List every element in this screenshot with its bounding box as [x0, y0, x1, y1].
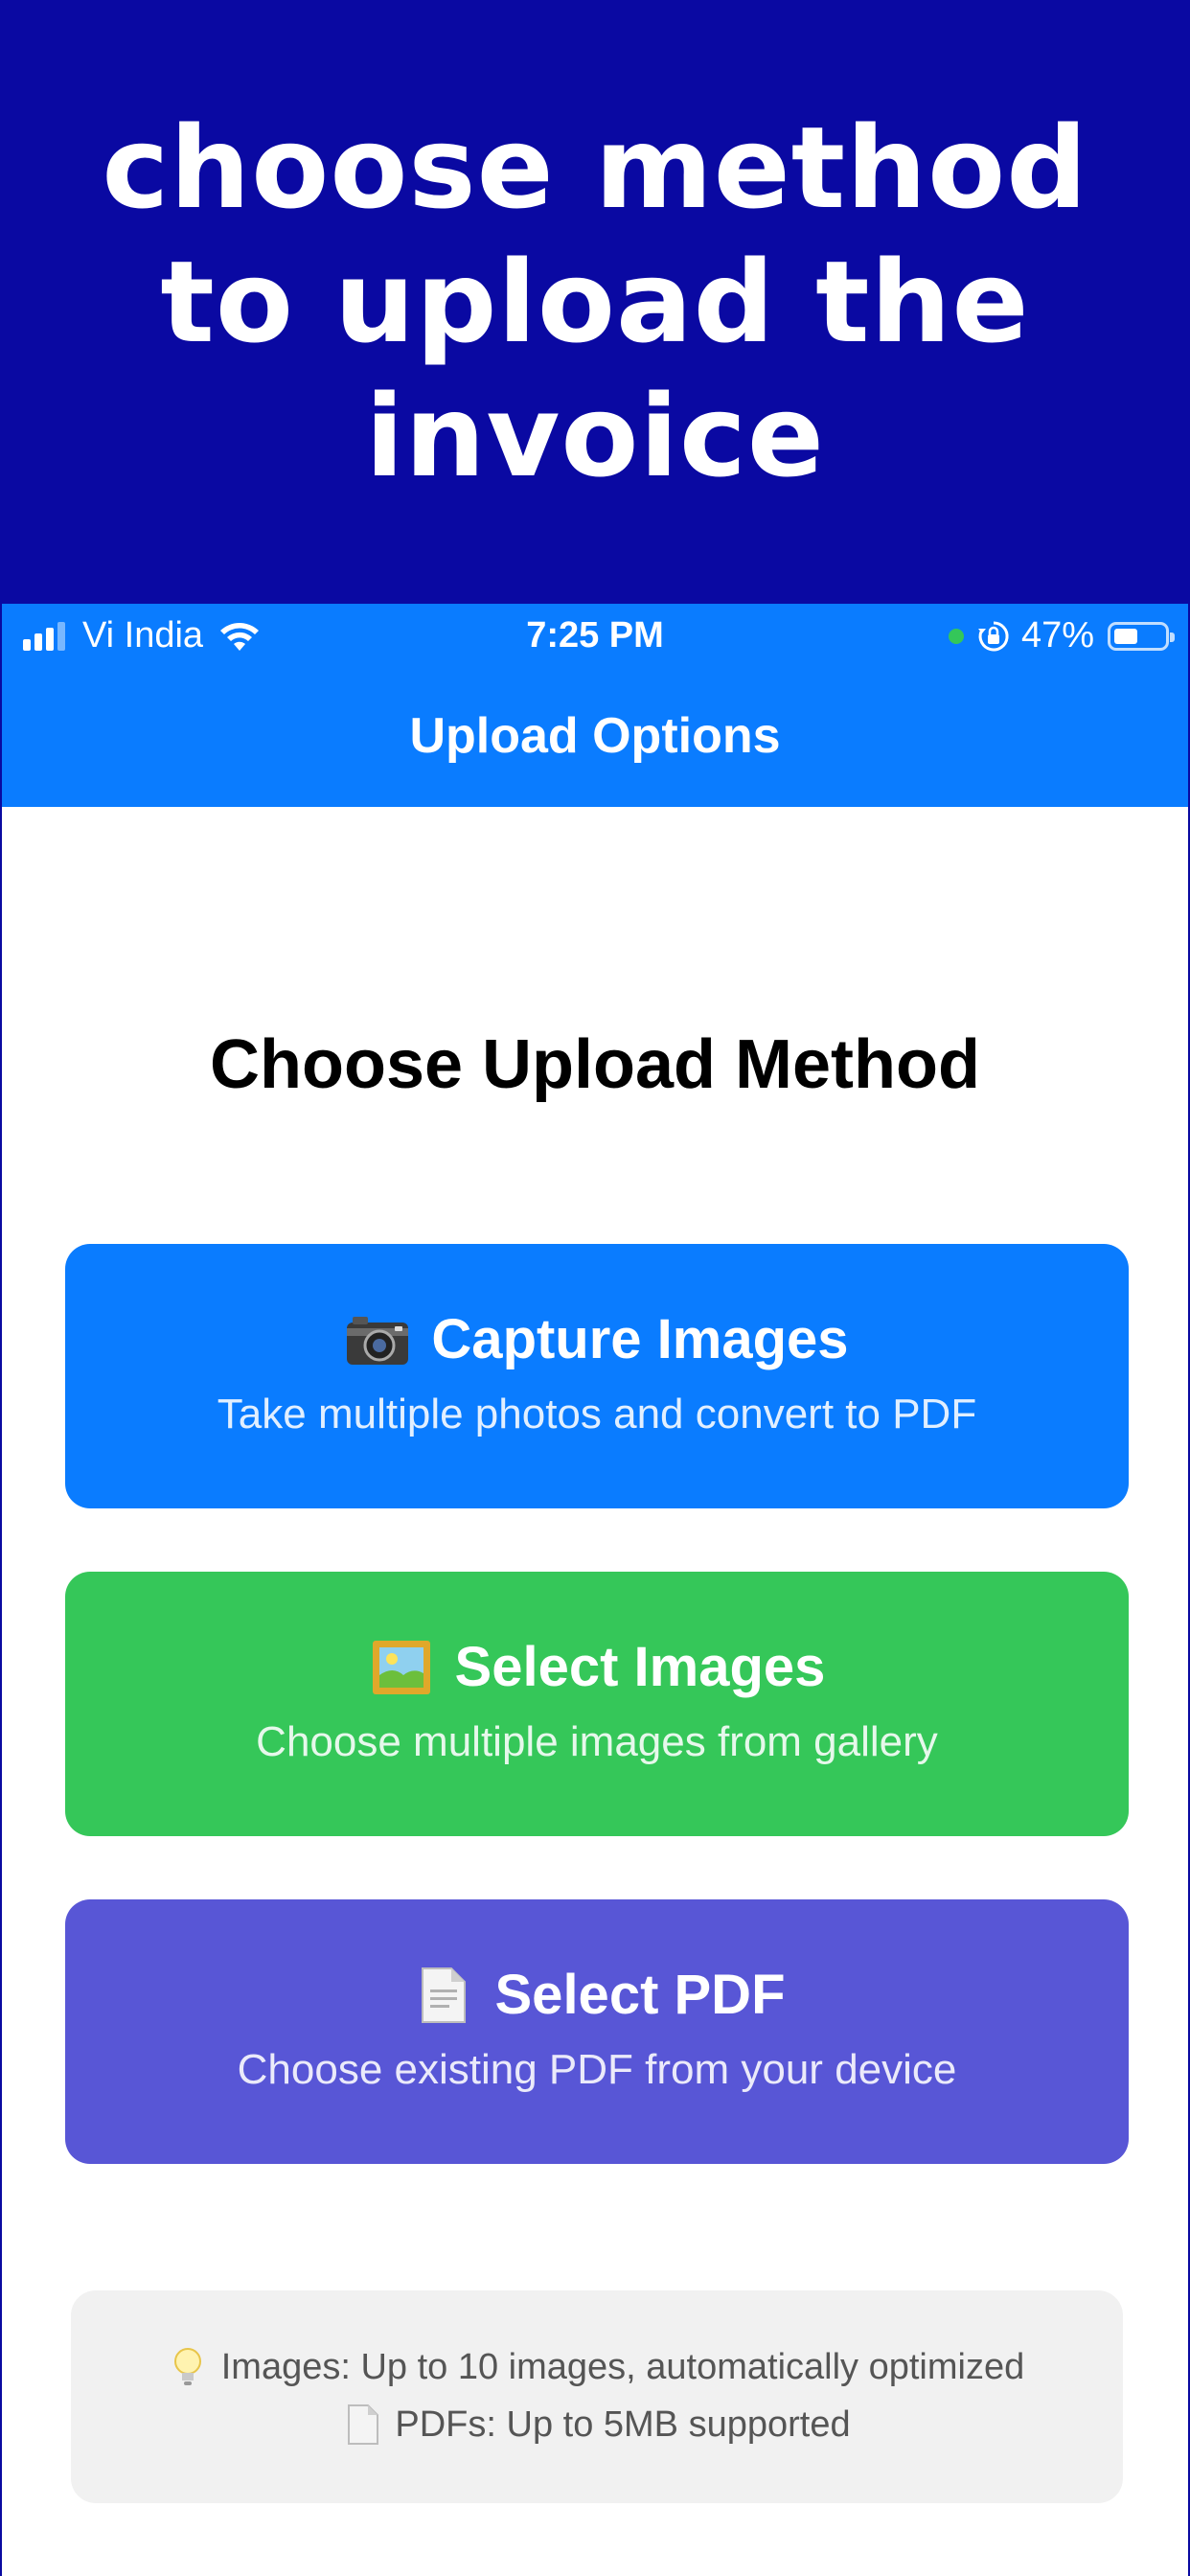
camera-icon [347, 1316, 409, 1365]
banner-title: Choose method to upload the invoice [102, 102, 1088, 502]
document-icon [348, 2404, 379, 2445]
navigation-bar: Upload Options [2, 671, 1188, 807]
select-images-button[interactable]: Select Images Choose multiple images fro… [65, 1572, 1129, 1836]
select-images-subtitle: Choose multiple images from gallery [256, 1718, 938, 1765]
lightbulb-icon [173, 2348, 201, 2385]
status-bar: Vi India 7:25 PM 47% [2, 604, 1188, 671]
info-images-text: Images: Up to 10 images, automatically o… [220, 2346, 1025, 2387]
capture-images-button[interactable]: Capture Images Take multiple photos and … [65, 1244, 1129, 1508]
select-pdf-button[interactable]: Select PDF Choose existing PDF from your… [65, 1899, 1129, 2164]
capture-images-title: Capture Images [431, 1308, 849, 1370]
picture-icon [372, 1640, 430, 1694]
upload-info-box: Images: Up to 10 images, automatically o… [71, 2290, 1123, 2503]
promo-banner: Choose method to upload the invoice [0, 0, 1190, 604]
select-images-title: Select Images [454, 1636, 826, 1698]
orientation-lock-icon [977, 620, 1009, 651]
page-heading: Choose Upload Method [210, 1026, 980, 1103]
nav-title: Upload Options [409, 708, 781, 764]
document-icon [421, 1966, 466, 2023]
select-pdf-title: Select PDF [494, 1964, 786, 2026]
capture-images-subtitle: Take multiple photos and convert to PDF [217, 1391, 977, 1438]
select-pdf-subtitle: Choose existing PDF from your device [237, 2046, 957, 2093]
battery-icon [1108, 621, 1175, 651]
info-pdf-text: PDFs: Up to 5MB supported [395, 2404, 851, 2445]
privacy-indicator-dot [948, 628, 964, 644]
battery-percentage: 47% [1020, 615, 1094, 656]
app-screen: Vi India 7:25 PM 47% Upload Options Choo… [2, 604, 1188, 2576]
